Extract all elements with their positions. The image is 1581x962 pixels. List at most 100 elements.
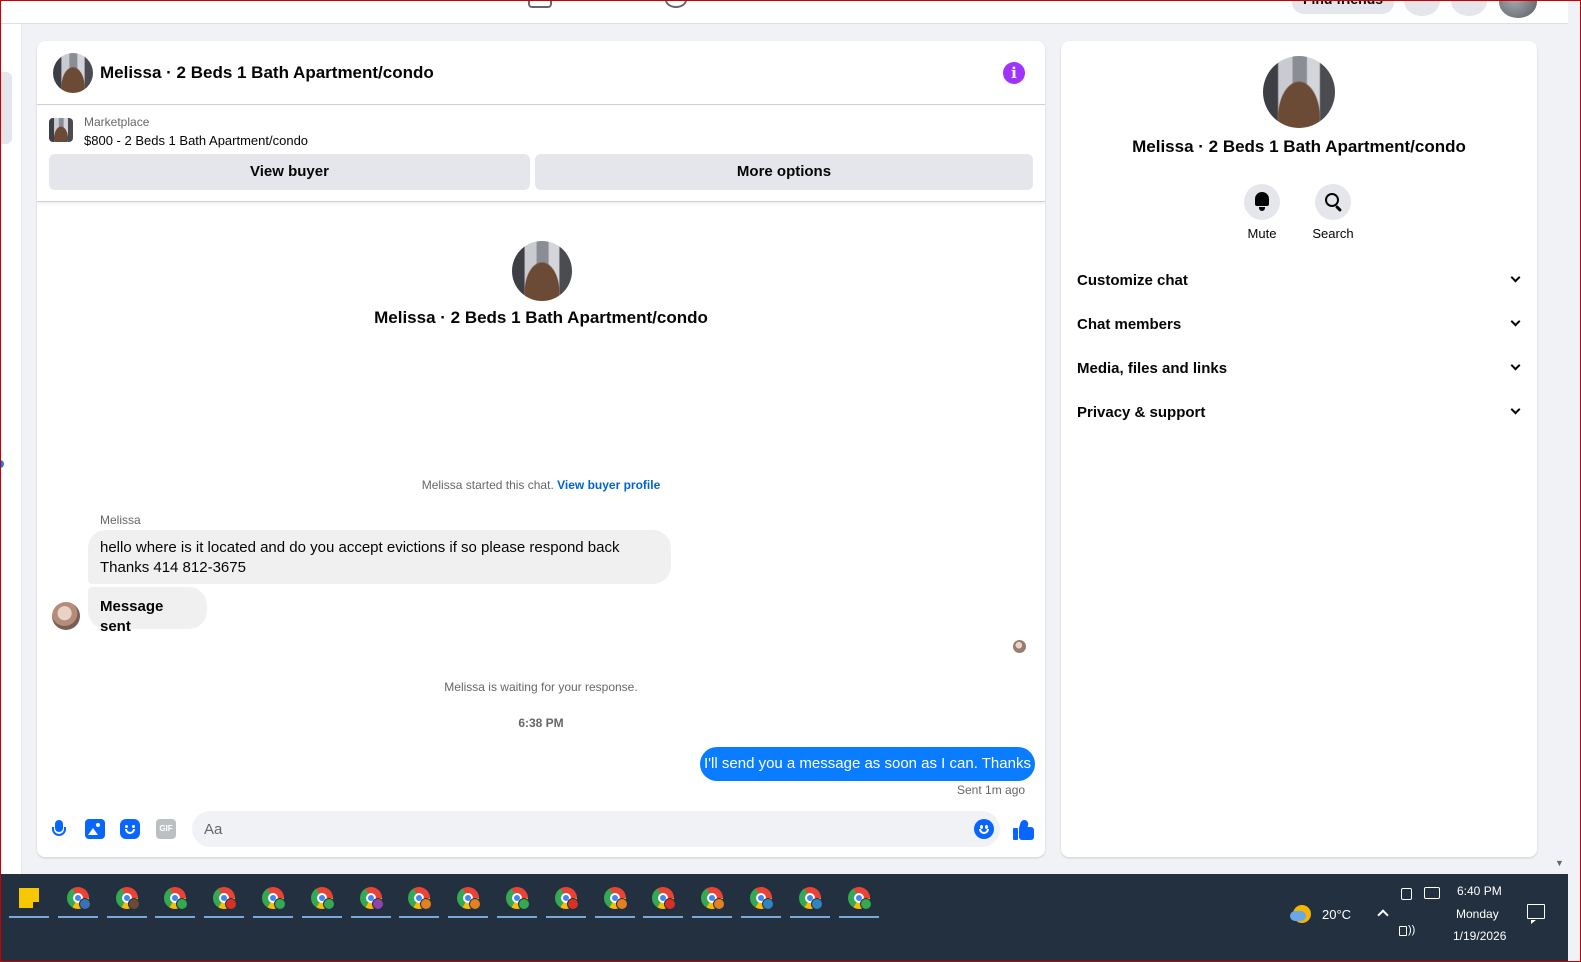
taskbar-app-chrome[interactable] xyxy=(204,880,245,918)
sticker-icon[interactable] xyxy=(120,819,140,839)
incoming-message[interactable]: Message sent xyxy=(88,587,207,635)
windows-taskbar: 20°C )) 6:40 PM Monday 1/19/2026 xyxy=(0,874,1568,962)
running-indicator xyxy=(350,916,391,918)
taskbar-app-chrome[interactable] xyxy=(741,880,781,918)
taskbar-app-chrome[interactable] xyxy=(789,880,830,918)
image-icon[interactable] xyxy=(85,819,105,839)
taskbar-app-chrome[interactable] xyxy=(57,880,98,918)
search-icon[interactable] xyxy=(1315,184,1351,220)
intro-title: Melissa · 2 Beds 1 Bath Apartment/condo xyxy=(374,308,708,327)
groups-nav-icon[interactable] xyxy=(665,0,687,8)
notification-center-icon[interactable] xyxy=(1527,904,1545,924)
clock-day[interactable]: Monday xyxy=(1456,907,1499,921)
search-label: Search xyxy=(1312,226,1354,241)
taskbar-app-chrome[interactable] xyxy=(692,880,733,918)
find-friends-button[interactable]: Find friends xyxy=(1292,0,1394,14)
profile-badge-icon xyxy=(322,898,335,910)
message-timestamp: 6:38 PM xyxy=(518,716,564,730)
profile-badge-icon xyxy=(127,898,140,910)
mute-button[interactable]: Mute xyxy=(1232,184,1292,241)
chat-window: Melissa · 2 Beds 1 Bath Apartment/condo … xyxy=(37,41,1045,857)
taskbar-app-chrome[interactable] xyxy=(301,880,342,918)
details-title: Melissa · 2 Beds 1 Bath Apartment/condo xyxy=(1132,137,1466,156)
message-input[interactable] xyxy=(192,811,1000,847)
marketplace-nav-icon[interactable] xyxy=(528,0,552,8)
rail-tab[interactable] xyxy=(0,72,12,144)
profile-badge-icon xyxy=(225,898,238,910)
section-label: Media, files and links xyxy=(1077,360,1228,377)
taskbar-app-chrome[interactable] xyxy=(155,880,196,918)
bell-icon[interactable] xyxy=(1244,184,1280,220)
marketplace-listing-bar: Marketplace $800 - 2 Beds 1 Bath Apartme… xyxy=(37,106,1045,202)
clock-date[interactable]: 1/19/2026 xyxy=(1453,929,1506,943)
profile-badge-icon xyxy=(859,898,872,910)
running-indicator xyxy=(448,916,489,918)
view-buyer-profile-link[interactable]: View buyer profile xyxy=(557,478,660,492)
profile-badge-icon xyxy=(566,898,579,910)
taskbar-app-chrome[interactable] xyxy=(643,880,684,918)
volume-icon[interactable] xyxy=(1399,926,1407,936)
chat-title[interactable]: Melissa · 2 Beds 1 Bath Apartment/condo xyxy=(100,63,434,83)
weather-icon[interactable] xyxy=(1290,902,1314,926)
taskbar-app-chrome[interactable] xyxy=(545,880,586,918)
outgoing-message[interactable]: I'll send you a message as soon as I can… xyxy=(700,747,1035,781)
taskbar-app-chrome[interactable] xyxy=(448,880,489,918)
incoming-message[interactable]: hello where is it located and do you acc… xyxy=(88,530,671,584)
clock-time[interactable]: 6:40 PM xyxy=(1457,884,1502,898)
customize-chat-section[interactable]: Customize chat xyxy=(1069,258,1529,302)
read-receipt-avatar xyxy=(1013,640,1026,653)
meet-now-icon[interactable] xyxy=(1401,888,1412,900)
taskbar-app-chrome[interactable] xyxy=(497,880,537,918)
emoji-icon[interactable] xyxy=(974,819,994,839)
chat-avatar[interactable] xyxy=(53,53,93,93)
view-buyer-button[interactable]: View buyer xyxy=(49,154,530,190)
sender-avatar[interactable] xyxy=(52,602,80,630)
chat-details-panel: Melissa · 2 Beds 1 Bath Apartment/condo … xyxy=(1061,41,1537,857)
running-indicator xyxy=(643,916,684,918)
network-icon[interactable] xyxy=(1424,887,1440,899)
listing-thumbnail[interactable] xyxy=(49,118,73,142)
media-files-links-section[interactable]: Media, files and links xyxy=(1069,346,1529,390)
sticky-notes-icon xyxy=(19,888,39,908)
taskbar-app-chrome[interactable] xyxy=(253,880,293,918)
unread-dot xyxy=(0,460,4,468)
taskbar-app-chrome[interactable] xyxy=(399,880,440,918)
details-avatar[interactable] xyxy=(1263,56,1335,128)
profile-badge-icon xyxy=(518,898,530,910)
running-indicator xyxy=(789,916,830,918)
taskbar-app-chrome[interactable] xyxy=(594,880,635,918)
sent-status: Sent 1m ago xyxy=(957,783,1026,797)
taskbar-app-chrome[interactable] xyxy=(350,880,391,918)
intro-avatar xyxy=(512,241,572,301)
show-hidden-icons-chevron-icon[interactable] xyxy=(1377,909,1389,921)
message-composer: GIF xyxy=(37,807,1045,857)
taskbar-app-sticky-notes[interactable] xyxy=(9,880,49,918)
profile-badge-icon xyxy=(78,898,91,910)
listing-price-title[interactable]: $800 - 2 Beds 1 Bath Apartment/condo xyxy=(84,133,308,148)
taskbar-app-chrome[interactable] xyxy=(106,880,147,918)
account-avatar[interactable] xyxy=(1499,0,1537,18)
running-indicator xyxy=(497,916,537,918)
chevron-down-icon xyxy=(1510,272,1521,283)
taskbar-app-chrome[interactable] xyxy=(838,880,879,918)
more-options-button[interactable]: More options xyxy=(535,154,1033,190)
profile-badge-icon xyxy=(713,898,726,910)
privacy-support-section[interactable]: Privacy & support xyxy=(1069,390,1529,434)
temperature[interactable]: 20°C xyxy=(1322,907,1351,922)
chat-members-section[interactable]: Chat members xyxy=(1069,302,1529,346)
profile-badge-icon xyxy=(615,898,628,910)
search-button[interactable]: Search xyxy=(1303,184,1363,241)
mic-icon[interactable] xyxy=(49,819,69,839)
scroll-down-arrow-icon[interactable]: ▼ xyxy=(1555,858,1564,868)
menu-grid-icon[interactable] xyxy=(1404,0,1440,16)
profile-badge-icon xyxy=(810,898,823,910)
message-line: hello where is it located and do you acc… xyxy=(100,539,620,556)
message-line: Thanks 414 812-3675 xyxy=(100,559,246,576)
section-label: Chat members xyxy=(1077,316,1182,333)
info-icon[interactable]: i xyxy=(1003,62,1025,84)
notifications-icon[interactable] xyxy=(1451,0,1487,16)
like-icon[interactable] xyxy=(1013,819,1034,840)
running-indicator xyxy=(545,916,586,918)
gif-icon[interactable]: GIF xyxy=(156,819,176,839)
page-scrollbar[interactable]: ▼ xyxy=(1552,24,1568,874)
